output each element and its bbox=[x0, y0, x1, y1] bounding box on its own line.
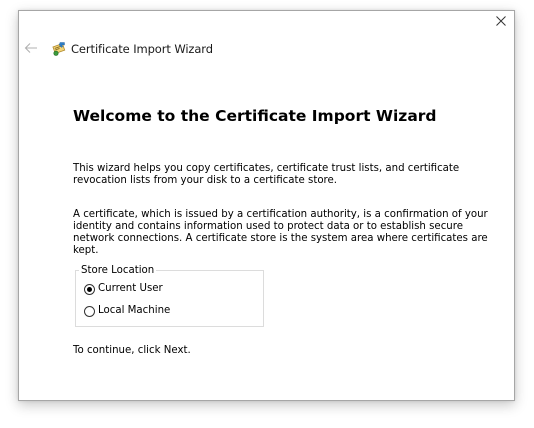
intro-paragraph: This wizard helps you copy certificates,… bbox=[73, 163, 460, 186]
store-location-legend: Store Location bbox=[79, 265, 157, 277]
wizard-title: Certificate Import Wizard bbox=[71, 42, 213, 56]
current-user-option[interactable]: Current User bbox=[84, 283, 163, 295]
certificate-icon bbox=[52, 42, 66, 56]
local-machine-option[interactable]: Local Machine bbox=[84, 305, 170, 317]
wizard-window: Certificate Import Wizard Welcome to the… bbox=[18, 10, 515, 401]
local-machine-label[interactable]: Local Machine bbox=[98, 305, 170, 317]
page-title: Welcome to the Certificate Import Wizard bbox=[73, 107, 437, 125]
certificate-description: A certificate, which is issued by a cert… bbox=[73, 209, 488, 256]
back-button[interactable] bbox=[23, 40, 39, 56]
store-location-group: Store Location Current User Local Machin… bbox=[75, 265, 264, 327]
close-button[interactable] bbox=[493, 13, 509, 29]
continue-instruction: To continue, click Next. bbox=[73, 345, 191, 356]
back-arrow-icon bbox=[24, 43, 37, 53]
close-icon bbox=[496, 16, 506, 26]
wizard-header: Certificate Import Wizard bbox=[51, 39, 213, 59]
current-user-label[interactable]: Current User bbox=[98, 283, 163, 295]
local-machine-radio[interactable] bbox=[84, 305, 95, 317]
current-user-radio[interactable] bbox=[84, 283, 95, 295]
